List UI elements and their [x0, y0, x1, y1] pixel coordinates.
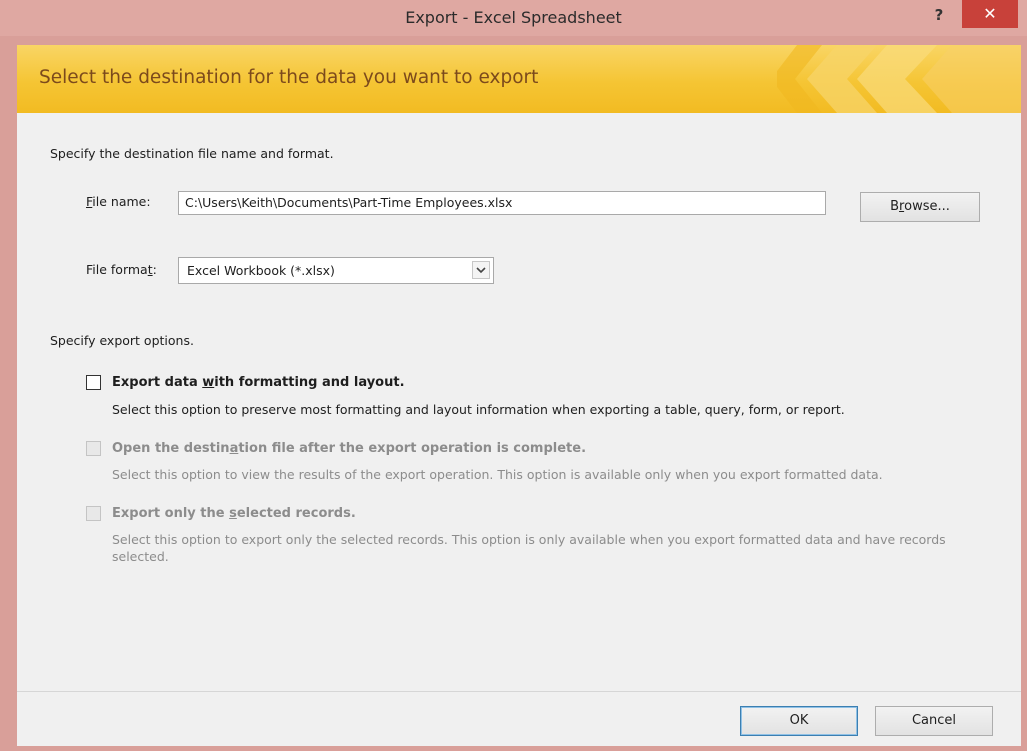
chevron-down-icon[interactable]: [472, 261, 490, 279]
browse-label-start: B: [890, 199, 900, 214]
export-formatting-label-mnemonic: w: [202, 375, 215, 390]
export-formatting-label[interactable]: Export data with formatting and layout.: [112, 375, 405, 390]
file-format-label-end: :: [152, 262, 157, 277]
export-formatting-description: Select this option to preserve most form…: [112, 402, 845, 417]
export-selected-checkbox[interactable]: [86, 506, 101, 521]
browse-button[interactable]: Browse...: [860, 192, 980, 222]
export-formatting-label-end: ith formatting and layout.: [214, 375, 405, 390]
open-destination-description: Select this option to view the results o…: [112, 467, 883, 482]
banner-arrows-decoration: [777, 45, 1021, 113]
export-formatting-label-start: Export data: [112, 375, 203, 390]
title-bar[interactable]: Export - Excel Spreadsheet ? ✕: [0, 0, 1027, 36]
options-section-heading: Specify export options.: [50, 333, 194, 348]
export-selected-label: Export only the selected records.: [112, 506, 356, 521]
file-format-select[interactable]: Excel Workbook (*.xlsx): [178, 257, 494, 284]
export-selected-label-mnemonic: s: [229, 506, 237, 521]
ok-button[interactable]: OK: [740, 706, 858, 736]
export-dialog: Export - Excel Spreadsheet ? ✕ Select th…: [0, 0, 1027, 751]
header-banner: Select the destination for the data you …: [17, 45, 1021, 113]
file-name-input[interactable]: C:\Users\Keith\Documents\Part-Time Emplo…: [178, 191, 826, 215]
open-destination-checkbox[interactable]: [86, 441, 101, 456]
dialog-title: Export - Excel Spreadsheet: [405, 8, 622, 27]
open-destination-label: Open the destination file after the expo…: [112, 441, 586, 456]
browse-label-end: owse...: [904, 199, 950, 214]
file-name-label-text: ile name:: [92, 194, 151, 209]
open-destination-label-start: Open the destin: [112, 441, 230, 456]
export-formatting-checkbox[interactable]: [86, 375, 101, 390]
export-selected-label-start: Export only the: [112, 506, 230, 521]
file-section-heading: Specify the destination file name and fo…: [50, 146, 334, 161]
open-destination-label-end: tion file after the export operation is …: [238, 441, 587, 456]
file-format-value: Excel Workbook (*.xlsx): [187, 263, 335, 278]
file-format-label: File format:: [86, 262, 157, 277]
file-format-label-start: File forma: [86, 262, 148, 277]
help-button[interactable]: ?: [924, 2, 954, 28]
cancel-button[interactable]: Cancel: [875, 706, 993, 736]
export-selected-label-end: elected records.: [236, 506, 356, 521]
close-button[interactable]: ✕: [962, 0, 1018, 28]
banner-title: Select the destination for the data you …: [39, 67, 539, 88]
file-name-label: File name:: [86, 194, 151, 209]
dialog-footer: [17, 691, 1021, 746]
export-selected-description: Select this option to export only the se…: [112, 532, 946, 564]
